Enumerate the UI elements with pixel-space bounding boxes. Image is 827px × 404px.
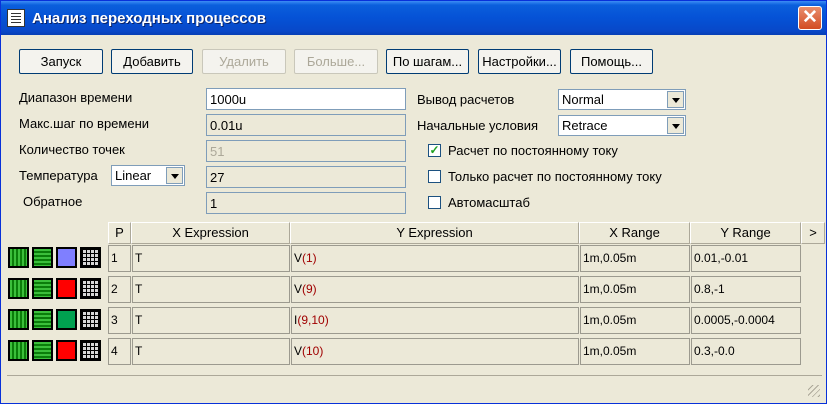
initial-conditions-select[interactable]: Retrace xyxy=(558,115,686,136)
table-cell-p[interactable]: 4 xyxy=(108,338,131,365)
table-cell-y-expression[interactable]: V(10) xyxy=(291,338,579,365)
reverse-label: Обратное xyxy=(23,194,83,209)
max-step-input[interactable]: 0.01u xyxy=(206,114,406,136)
close-icon[interactable]: ✕ xyxy=(798,6,822,30)
table-cell-y-range[interactable]: 0.8,-1 xyxy=(691,276,801,303)
table-cell-x-expression[interactable]: T xyxy=(132,338,290,365)
row-style-buttons xyxy=(8,309,105,332)
initial-conditions-value: Retrace xyxy=(562,118,608,133)
temperature-mode-value: Linear xyxy=(115,168,152,183)
autoscale-checkbox[interactable] xyxy=(428,196,441,209)
table-cell-y-expression[interactable]: I(9,10) xyxy=(291,307,579,334)
output-value: Normal xyxy=(562,92,604,107)
chevron-down-icon[interactable] xyxy=(667,117,684,134)
table-cell-x-expression[interactable]: T xyxy=(132,307,290,334)
header-p[interactable]: P xyxy=(108,222,131,244)
table-cell-p[interactable]: 2 xyxy=(108,276,131,303)
app-icon xyxy=(7,9,25,27)
dc-label: Расчет по постоянному току xyxy=(448,143,618,158)
table-cell-x-range[interactable]: 1m,0.05m xyxy=(580,307,690,334)
stepping-button[interactable]: По шагам... xyxy=(386,49,469,74)
time-range-input[interactable]: 1000u xyxy=(206,88,406,110)
output-select[interactable]: Normal xyxy=(558,89,686,110)
chevron-down-icon[interactable] xyxy=(667,91,684,108)
autoscale-label: Автомасштаб xyxy=(448,195,530,210)
header-scroll-right[interactable]: > xyxy=(801,222,825,244)
points-label: Количество точек xyxy=(19,142,125,157)
status-bar xyxy=(7,375,822,402)
fill-style-icon[interactable] xyxy=(32,340,53,361)
y-function: V xyxy=(294,344,303,358)
fill-style-icon[interactable] xyxy=(32,247,53,268)
table-cell-y-expression[interactable]: V(1) xyxy=(291,245,579,272)
table-cell-p[interactable]: 3 xyxy=(108,307,131,334)
row-style-buttons xyxy=(8,247,105,270)
table-cell-y-expression[interactable]: V(9) xyxy=(291,276,579,303)
y-argument: (1) xyxy=(302,251,317,265)
header-x-range[interactable]: X Range xyxy=(579,222,690,244)
y-function: V xyxy=(294,251,303,265)
dc-only-checkbox[interactable] xyxy=(428,170,441,183)
header-y-range[interactable]: Y Range xyxy=(690,222,801,244)
temperature-mode-select[interactable]: Linear xyxy=(111,165,185,186)
table-cell-x-range[interactable]: 1m,0.05m xyxy=(580,276,690,303)
chevron-down-icon[interactable] xyxy=(166,167,183,184)
table-cell-x-range[interactable]: 1m,0.05m xyxy=(580,338,690,365)
temperature-input[interactable]: 27 xyxy=(206,166,406,188)
table-cell-x-expression[interactable]: T xyxy=(132,245,290,272)
resize-grip-icon[interactable] xyxy=(808,385,820,397)
line-style-icon[interactable] xyxy=(8,278,29,299)
line-style-icon[interactable] xyxy=(8,309,29,330)
line-style-icon[interactable] xyxy=(8,340,29,361)
more-button[interactable]: Больше... xyxy=(294,49,378,74)
temperature-label: Температура xyxy=(19,168,98,183)
dc-checkbox[interactable]: ✓ xyxy=(428,144,441,157)
row-style-buttons xyxy=(8,278,105,301)
grid-icon[interactable] xyxy=(80,247,101,268)
output-label: Вывод расчетов xyxy=(417,92,515,107)
grid-icon[interactable] xyxy=(80,278,101,299)
fill-style-icon[interactable] xyxy=(32,309,53,330)
color-swatch-icon[interactable] xyxy=(56,278,77,299)
title-bar[interactable]: Анализ переходных процессов ✕ xyxy=(1,1,826,35)
header-x-expression[interactable]: X Expression xyxy=(131,222,290,244)
time-range-label: Диапазон времени xyxy=(19,90,133,105)
table-cell-y-range[interactable]: 0.01,-0.01 xyxy=(691,245,801,272)
color-swatch-icon[interactable] xyxy=(56,309,77,330)
header-y-expression[interactable]: Y Expression xyxy=(290,222,579,244)
table-cell-p[interactable]: 1 xyxy=(108,245,131,272)
table-cell-x-range[interactable]: 1m,0.05m xyxy=(580,245,690,272)
color-swatch-icon[interactable] xyxy=(56,247,77,268)
color-swatch-icon[interactable] xyxy=(56,340,77,361)
fill-style-icon[interactable] xyxy=(32,278,53,299)
dc-only-label: Только расчет по постоянному току xyxy=(448,169,662,184)
delete-button[interactable]: Удалить xyxy=(202,49,286,74)
help-button[interactable]: Помощь... xyxy=(570,49,653,74)
y-function: V xyxy=(294,282,303,296)
points-input[interactable]: 51 xyxy=(206,140,406,162)
y-argument: (9) xyxy=(302,282,317,296)
add-button[interactable]: Добавить xyxy=(111,49,193,74)
window-title: Анализ переходных процессов xyxy=(32,10,266,27)
reverse-input[interactable]: 1 xyxy=(206,192,406,214)
row-style-buttons xyxy=(8,340,105,363)
grid-icon[interactable] xyxy=(80,340,101,361)
table-cell-x-expression[interactable]: T xyxy=(132,276,290,303)
y-argument: (9,10) xyxy=(297,313,329,327)
settings-button[interactable]: Настройки... xyxy=(478,49,561,74)
table-cell-y-range[interactable]: 0.0005,-0.0004 xyxy=(691,307,801,334)
initial-conditions-label: Начальные условия xyxy=(417,118,539,133)
transient-analysis-window: Анализ переходных процессов ✕ Запуск Доб… xyxy=(0,0,827,404)
grid-icon[interactable] xyxy=(80,309,101,330)
table-cell-y-range[interactable]: 0.3,-0.0 xyxy=(691,338,801,365)
max-step-label: Макс.шаг по времени xyxy=(19,116,150,131)
y-argument: (10) xyxy=(302,344,324,358)
run-button[interactable]: Запуск xyxy=(19,49,103,74)
line-style-icon[interactable] xyxy=(8,247,29,268)
